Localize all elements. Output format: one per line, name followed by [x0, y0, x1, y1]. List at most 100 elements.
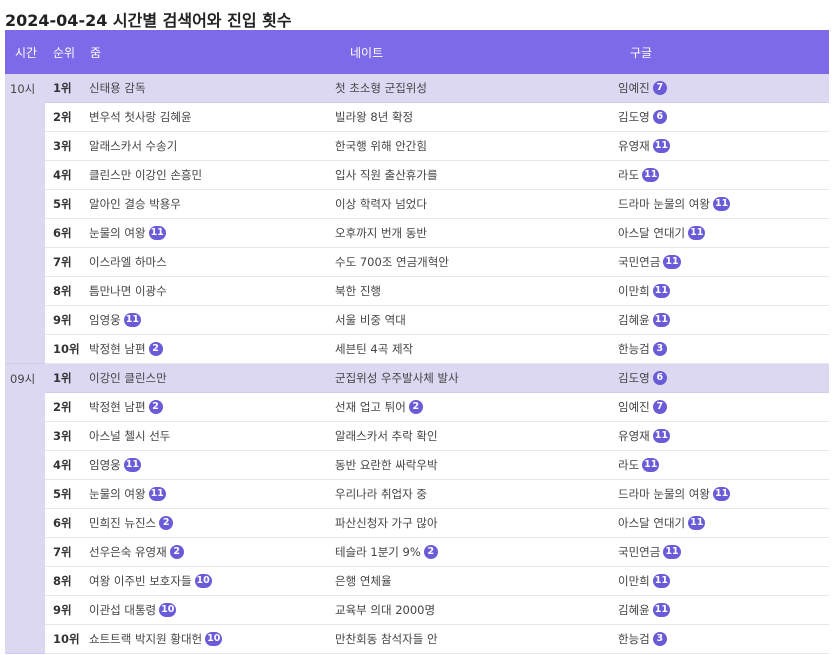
- google-keyword-cell[interactable]: 유영재 11: [615, 421, 829, 451]
- nate-keyword-cell[interactable]: 알래스카서 추락 확인: [335, 421, 615, 451]
- keyword-text[interactable]: 한국행 위해 안간힘: [335, 139, 427, 153]
- keyword-text[interactable]: 만찬회동 참석자들 안: [335, 632, 438, 646]
- keyword-text[interactable]: 임영웅: [89, 458, 121, 472]
- keyword-text[interactable]: 드라마 눈물의 여왕: [618, 197, 710, 211]
- zum-keyword-cell[interactable]: 쇼트트랙 박지원 황대헌 10: [89, 624, 335, 654]
- keyword-text[interactable]: 신태용 감독: [89, 81, 146, 95]
- nate-keyword-cell[interactable]: 오후까지 번개 동반: [335, 218, 615, 248]
- zum-keyword-cell[interactable]: 이스라엘 하마스: [89, 247, 335, 277]
- keyword-text[interactable]: 이스라엘 하마스: [89, 255, 167, 269]
- google-keyword-cell[interactable]: 아스달 연대기 11: [615, 218, 829, 248]
- keyword-text[interactable]: 빌라왕 8년 확정: [335, 110, 413, 124]
- keyword-text[interactable]: 첫 초소형 군집위성: [335, 81, 427, 95]
- keyword-text[interactable]: 라도: [618, 168, 639, 182]
- keyword-text[interactable]: 한능검: [618, 342, 650, 356]
- zum-keyword-cell[interactable]: 클린스만 이강인 손흥민: [89, 160, 335, 190]
- zum-keyword-cell[interactable]: 임영웅 11: [89, 450, 335, 480]
- keyword-text[interactable]: 수도 700조 연금개혁안: [335, 255, 449, 269]
- keyword-text[interactable]: 김도영: [618, 110, 650, 124]
- keyword-text[interactable]: 김혜윤: [618, 603, 650, 617]
- zum-keyword-cell[interactable]: 눈물의 여왕 11: [89, 479, 335, 509]
- nate-keyword-cell[interactable]: 북한 진행: [335, 276, 615, 306]
- nate-keyword-cell[interactable]: 한국행 위해 안간힘: [335, 131, 615, 161]
- zum-keyword-cell[interactable]: 알래스카서 수송기: [89, 131, 335, 161]
- zum-keyword-cell[interactable]: 박정현 남편 2: [89, 334, 335, 364]
- google-keyword-cell[interactable]: 임예진 7: [615, 74, 829, 103]
- keyword-text[interactable]: 틈만나면 이광수: [89, 284, 167, 298]
- keyword-text[interactable]: 세븐틴 4곡 제작: [335, 342, 413, 356]
- nate-keyword-cell[interactable]: 은행 연체율: [335, 566, 615, 596]
- keyword-text[interactable]: 이만희: [618, 574, 650, 588]
- keyword-text[interactable]: 드라마 눈물의 여왕: [618, 487, 710, 501]
- nate-keyword-cell[interactable]: 군집위성 우주발사체 발사: [335, 363, 615, 393]
- zum-keyword-cell[interactable]: 박정현 남편 2: [89, 392, 335, 422]
- zum-keyword-cell[interactable]: 선우은숙 유영재 2: [89, 537, 335, 567]
- keyword-text[interactable]: 알래스카서 추락 확인: [335, 429, 438, 443]
- keyword-text[interactable]: 동반 요란한 싸락우박: [335, 458, 438, 472]
- google-keyword-cell[interactable]: 한능검 3: [615, 334, 829, 364]
- nate-keyword-cell[interactable]: 파산신청자 가구 많아: [335, 508, 615, 538]
- keyword-text[interactable]: 클린스만 이강인 손흥민: [89, 168, 202, 182]
- keyword-text[interactable]: 눈물의 여왕: [89, 487, 146, 501]
- keyword-text[interactable]: 임영웅: [89, 313, 121, 327]
- nate-keyword-cell[interactable]: 세븐틴 4곡 제작: [335, 334, 615, 364]
- keyword-text[interactable]: 김도영: [618, 371, 650, 385]
- google-keyword-cell[interactable]: 김혜윤 11: [615, 595, 829, 625]
- nate-keyword-cell[interactable]: 교육부 의대 2000명: [335, 595, 615, 625]
- google-keyword-cell[interactable]: 김혜윤 11: [615, 305, 829, 335]
- zum-keyword-cell[interactable]: 아스널 첼시 선두: [89, 421, 335, 451]
- keyword-text[interactable]: 선우은숙 유영재: [89, 545, 167, 559]
- keyword-text[interactable]: 유영재: [618, 429, 650, 443]
- keyword-text[interactable]: 유영재: [618, 139, 650, 153]
- google-keyword-cell[interactable]: 한능검 3: [615, 624, 829, 654]
- keyword-text[interactable]: 우리나라 취업자 중: [335, 487, 427, 501]
- keyword-text[interactable]: 여왕 이주빈 보호자들: [89, 574, 192, 588]
- zum-keyword-cell[interactable]: 민희진 뉴진스 2: [89, 508, 335, 538]
- keyword-text[interactable]: 국민연금: [618, 255, 660, 269]
- keyword-text[interactable]: 아스달 연대기: [618, 226, 685, 240]
- nate-keyword-cell[interactable]: 선재 업고 튀어 2: [335, 392, 615, 422]
- keyword-text[interactable]: 입사 직원 출산휴가를: [335, 168, 438, 182]
- zum-keyword-cell[interactable]: 변우석 첫사랑 김혜윤: [89, 102, 335, 132]
- google-keyword-cell[interactable]: 이만희 11: [615, 566, 829, 596]
- nate-keyword-cell[interactable]: 테슬라 1분기 9% 2: [335, 537, 615, 567]
- keyword-text[interactable]: 박정현 남편: [89, 342, 146, 356]
- keyword-text[interactable]: 파산신청자 가구 많아: [335, 516, 438, 530]
- keyword-text[interactable]: 테슬라 1분기 9%: [335, 545, 421, 559]
- keyword-text[interactable]: 알래스카서 수송기: [89, 139, 177, 153]
- keyword-text[interactable]: 김혜윤: [618, 313, 650, 327]
- google-keyword-cell[interactable]: 국민연금 11: [615, 537, 829, 567]
- keyword-text[interactable]: 박정현 남편: [89, 400, 146, 414]
- zum-keyword-cell[interactable]: 이관섭 대통령 10: [89, 595, 335, 625]
- nate-keyword-cell[interactable]: 수도 700조 연금개혁안: [335, 247, 615, 277]
- zum-keyword-cell[interactable]: 이강인 클린스만: [89, 363, 335, 393]
- google-keyword-cell[interactable]: 드라마 눈물의 여왕 11: [615, 479, 829, 509]
- google-keyword-cell[interactable]: 김도영 6: [615, 363, 829, 393]
- keyword-text[interactable]: 눈물의 여왕: [89, 226, 146, 240]
- google-keyword-cell[interactable]: 드라마 눈물의 여왕 11: [615, 189, 829, 219]
- zum-keyword-cell[interactable]: 임영웅 11: [89, 305, 335, 335]
- nate-keyword-cell[interactable]: 입사 직원 출산휴가를: [335, 160, 615, 190]
- zum-keyword-cell[interactable]: 신태용 감독: [89, 74, 335, 103]
- keyword-text[interactable]: 교육부 의대 2000명: [335, 603, 435, 617]
- keyword-text[interactable]: 아스달 연대기: [618, 516, 685, 530]
- keyword-text[interactable]: 서울 비중 역대: [335, 313, 406, 327]
- nate-keyword-cell[interactable]: 빌라왕 8년 확정: [335, 102, 615, 132]
- google-keyword-cell[interactable]: 라도 11: [615, 160, 829, 190]
- keyword-text[interactable]: 이관섭 대통령: [89, 603, 156, 617]
- nate-keyword-cell[interactable]: 첫 초소형 군집위성: [335, 74, 615, 103]
- keyword-text[interactable]: 임예진: [618, 400, 650, 414]
- keyword-text[interactable]: 북한 진행: [335, 284, 381, 298]
- zum-keyword-cell[interactable]: 눈물의 여왕 11: [89, 218, 335, 248]
- keyword-text[interactable]: 이만희: [618, 284, 650, 298]
- keyword-text[interactable]: 쇼트트랙 박지원 황대헌: [89, 632, 202, 646]
- keyword-text[interactable]: 오후까지 번개 동반: [335, 226, 427, 240]
- google-keyword-cell[interactable]: 아스달 연대기 11: [615, 508, 829, 538]
- nate-keyword-cell[interactable]: 동반 요란한 싸락우박: [335, 450, 615, 480]
- zum-keyword-cell[interactable]: 여왕 이주빈 보호자들 10: [89, 566, 335, 596]
- google-keyword-cell[interactable]: 라도 11: [615, 450, 829, 480]
- keyword-text[interactable]: 민희진 뉴진스: [89, 516, 156, 530]
- keyword-text[interactable]: 임예진: [618, 81, 650, 95]
- nate-keyword-cell[interactable]: 서울 비중 역대: [335, 305, 615, 335]
- keyword-text[interactable]: 선재 업고 튀어: [335, 400, 406, 414]
